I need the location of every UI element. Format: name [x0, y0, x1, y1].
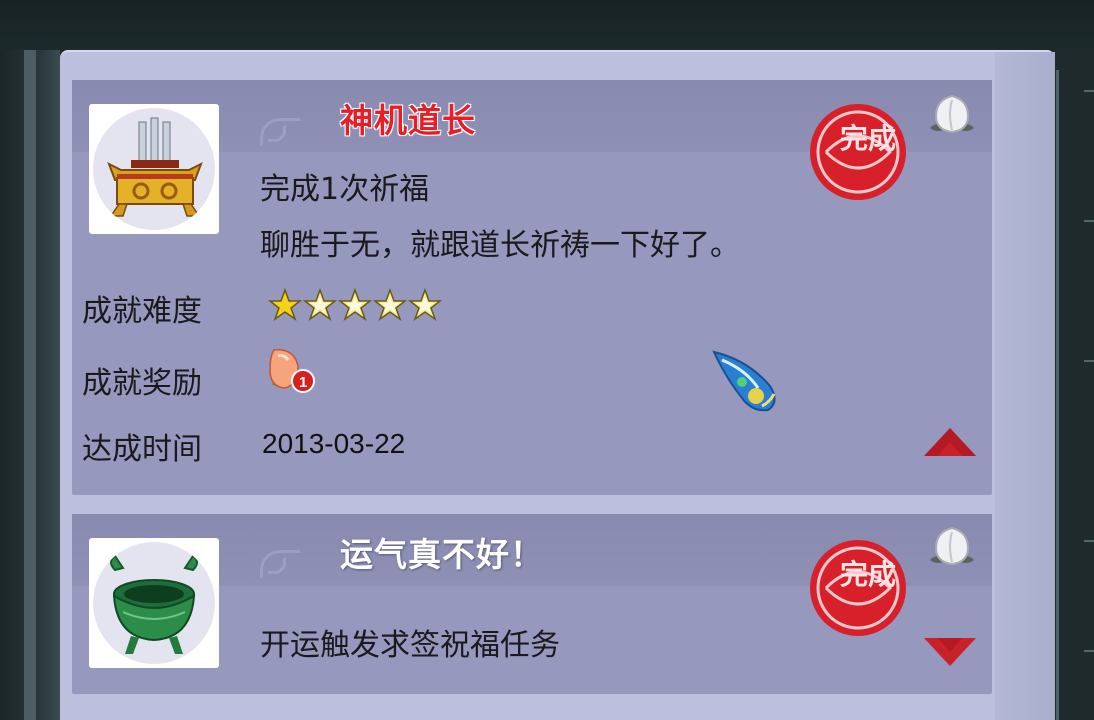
completed-stamp: 完成 [806, 100, 910, 208]
white-peach-icon[interactable] [924, 524, 980, 576]
reward-count-badge: 1 [299, 374, 307, 391]
white-peach-icon[interactable] [924, 92, 980, 144]
right-border [1054, 50, 1094, 720]
collapse-arrow-icon[interactable] [922, 426, 978, 464]
panel-scroll-track[interactable] [995, 52, 1055, 720]
star-filled-icon [268, 288, 302, 321]
achievement-title: 运气真不好！ [340, 535, 544, 574]
star-empty-icon [408, 288, 442, 321]
star-empty-icon [303, 288, 337, 321]
stamp-char: 完成 [840, 122, 896, 155]
border-tick [1084, 540, 1094, 542]
peach-icon[interactable]: 1 [264, 346, 324, 400]
border-tick [1084, 650, 1094, 652]
star-empty-icon [373, 288, 407, 321]
difficulty-label: 成就难度 [82, 294, 202, 329]
stamp-char: 完成 [840, 558, 896, 591]
achievement-card[interactable]: 运气真不好！ 开运触发求签祝福任务 完成 [72, 514, 992, 694]
completion-time-value: 2013-03-22 [262, 428, 406, 459]
border-tick [1084, 220, 1094, 222]
achievement-icon-frame [89, 538, 219, 668]
expand-arrow-icon[interactable] [922, 634, 978, 672]
altar-icon [93, 108, 215, 230]
top-bar [0, 0, 1094, 50]
difficulty-stars [268, 288, 442, 322]
achievement-title: 神机道长 [340, 101, 476, 140]
left-border [0, 50, 60, 720]
reward-label: 成就奖励 [82, 366, 202, 401]
blue-feather-icon [708, 346, 784, 420]
border-tick [1084, 90, 1094, 92]
achievement-condition: 开运触发求签祝福任务 [260, 628, 560, 663]
star-empty-icon [338, 288, 372, 321]
achievement-panel: 神机道长 完成1次祈福 聊胜于无，就跟道长祈祷一下好了。 完成 成就难度 成就奖… [60, 50, 1055, 720]
achievement-icon-frame [89, 104, 219, 234]
achievement-card[interactable]: 神机道长 完成1次祈福 聊胜于无，就跟道长祈祷一下好了。 完成 成就难度 成就奖… [72, 80, 992, 495]
achievement-condition: 完成1次祈福 [260, 172, 430, 207]
completion-time-label: 达成时间 [82, 432, 202, 467]
achievement-description: 聊胜于无，就跟道长祈祷一下好了。 [260, 228, 740, 263]
border-tick [1084, 360, 1094, 362]
completed-stamp: 完成 [806, 536, 910, 644]
jade-cauldron-icon [93, 542, 215, 664]
